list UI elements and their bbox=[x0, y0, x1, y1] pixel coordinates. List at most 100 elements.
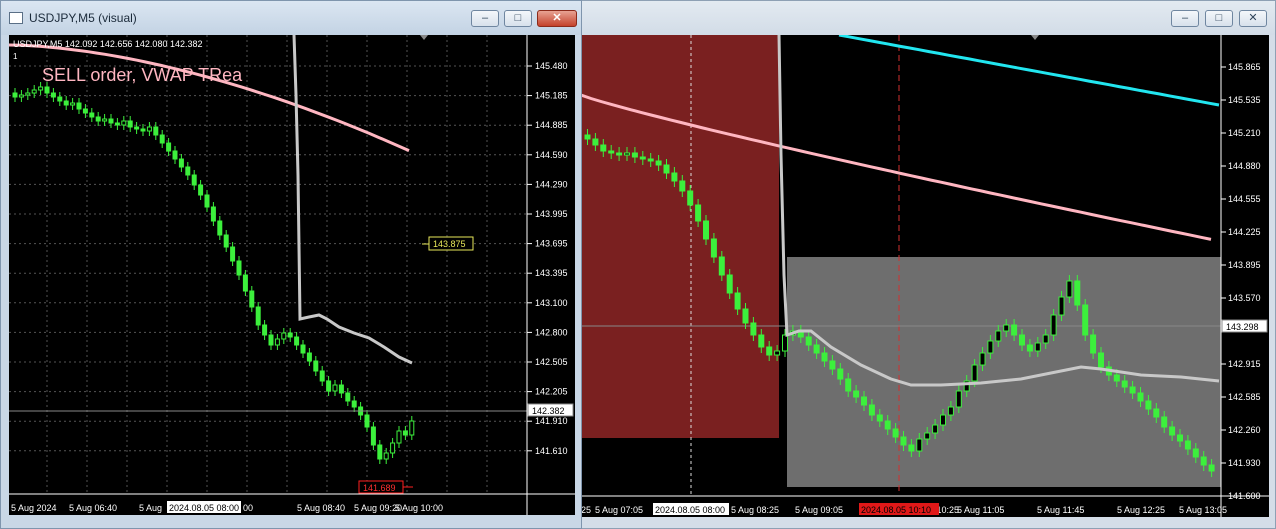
candle-body bbox=[750, 322, 757, 336]
price-tick-label: 142.915 bbox=[1228, 359, 1261, 369]
maximize-button[interactable]: □ bbox=[1205, 10, 1233, 27]
candle-body bbox=[1090, 334, 1097, 354]
gray-vwap-line bbox=[292, 35, 413, 365]
candle-body bbox=[1129, 386, 1136, 394]
window-titlebar[interactable]: USDJPY,M5 (visual) – □ ✕ bbox=[1, 1, 581, 35]
candle-body bbox=[1042, 334, 1049, 344]
chart-window-left[interactable]: USDJPY,M5 (visual) – □ ✕ USDJPY,M5 142.0… bbox=[0, 0, 582, 529]
candle-body bbox=[210, 206, 216, 222]
candle-body bbox=[900, 436, 907, 446]
candle-body bbox=[1153, 408, 1160, 418]
close-button[interactable]: ✕ bbox=[537, 10, 577, 27]
price-tick-label: 144.225 bbox=[1228, 227, 1261, 237]
gray-zone bbox=[787, 257, 1221, 487]
candle-body bbox=[249, 290, 255, 308]
chart-window-right[interactable]: – □ ✕ 145.865 145.535 145.210 144.880 144.55… bbox=[580, 0, 1276, 529]
time-tick-label: 5 Aug 11:05 bbox=[957, 505, 1004, 515]
candle-body bbox=[592, 138, 599, 146]
candle-body bbox=[76, 102, 82, 110]
price-tick-label: 141.910 bbox=[535, 416, 568, 426]
candle-body bbox=[172, 150, 178, 160]
candle-body bbox=[255, 306, 261, 326]
candle-body bbox=[338, 384, 344, 394]
candle-body bbox=[268, 334, 274, 346]
candlesticks bbox=[12, 82, 415, 464]
minimize-button[interactable]: – bbox=[1171, 10, 1199, 27]
price-tick-label: 143.570 bbox=[1228, 293, 1261, 303]
time-tick-label: 5 Aug 06:40 bbox=[69, 503, 117, 513]
candle-body bbox=[631, 152, 638, 158]
candle-body bbox=[191, 174, 197, 186]
candle-body bbox=[319, 370, 325, 382]
candle-body bbox=[876, 414, 883, 422]
overlay-text: SELL order, VWAP TRea bbox=[42, 65, 243, 85]
candle-body bbox=[932, 424, 939, 434]
minimize-button[interactable]: – bbox=[471, 10, 499, 27]
price-chart-left[interactable]: USDJPY,M5 142.092 142.656 142.080 142.38… bbox=[9, 35, 575, 515]
candle-body bbox=[947, 406, 954, 416]
candle-body bbox=[1050, 314, 1057, 336]
chart-canvas[interactable]: USDJPY,M5 142.092 142.656 142.080 142.38… bbox=[9, 35, 575, 515]
window-title: USDJPY,M5 (visual) bbox=[29, 11, 137, 25]
scroll-marker-icon[interactable] bbox=[420, 35, 428, 40]
red-zone bbox=[581, 35, 779, 438]
candle-body bbox=[1121, 380, 1128, 388]
candle-body bbox=[198, 184, 204, 196]
time-tick-label: 5 Aug 08:25 bbox=[731, 505, 779, 515]
price-tick-label: 142.205 bbox=[535, 387, 568, 397]
price-tick-label: 143.100 bbox=[535, 298, 568, 308]
time-tick-label: 5 Aug 08:40 bbox=[297, 503, 345, 513]
close-button[interactable]: ✕ bbox=[1239, 10, 1267, 27]
candle-body bbox=[82, 108, 88, 114]
candle-body bbox=[390, 442, 396, 454]
candle-body bbox=[300, 344, 306, 354]
candle-body bbox=[1145, 400, 1152, 410]
candle-body bbox=[217, 220, 223, 236]
candle-body bbox=[1066, 280, 1073, 298]
price-tick-label: 145.535 bbox=[1228, 95, 1261, 105]
time-tail-label: 00 bbox=[243, 503, 253, 513]
candle-body bbox=[326, 380, 332, 392]
candle-body bbox=[955, 390, 962, 408]
candle-body bbox=[57, 96, 63, 102]
price-tick-label: 144.290 bbox=[535, 179, 568, 189]
candle-body bbox=[102, 118, 108, 122]
chart-grid bbox=[9, 35, 527, 494]
candle-body bbox=[868, 404, 875, 416]
candle-body bbox=[647, 158, 654, 162]
candle-body bbox=[1019, 334, 1025, 346]
maximize-button[interactable]: □ bbox=[504, 10, 532, 27]
vwap-line bbox=[9, 43, 410, 152]
candle-body bbox=[306, 352, 312, 362]
scroll-marker-icon[interactable] bbox=[1031, 35, 1039, 40]
price-chart-right[interactable]: 145.865 145.535 145.210 144.880 144.555 144.2… bbox=[581, 35, 1269, 517]
candle-body bbox=[908, 444, 915, 452]
candle-body bbox=[127, 120, 133, 128]
candle-body bbox=[726, 274, 733, 294]
candle-body bbox=[940, 414, 946, 426]
candle-body bbox=[134, 126, 140, 130]
candle-body bbox=[63, 100, 69, 106]
price-tick-label: 145.480 bbox=[535, 61, 568, 71]
window-index-label: 1 bbox=[13, 52, 18, 61]
time-tick-label: 5 Aug bbox=[139, 503, 162, 513]
chart-canvas[interactable]: 145.865 145.535 145.210 144.880 144.555 144.2… bbox=[581, 35, 1269, 517]
time-tick-label: 5 Aug 2024 bbox=[11, 503, 57, 513]
candle-body bbox=[50, 92, 56, 98]
candle-body bbox=[718, 256, 725, 276]
time-highlight-red-label: 2024.08.05 10:10 bbox=[861, 505, 931, 515]
price-tick-label: 142.505 bbox=[535, 357, 568, 367]
current-price-label: 142.382 bbox=[532, 406, 565, 416]
candle-body bbox=[12, 92, 18, 98]
candle-body bbox=[1003, 324, 1010, 332]
candle-body bbox=[44, 86, 50, 94]
candle-body bbox=[655, 160, 662, 166]
candle-body bbox=[114, 122, 120, 126]
price-tick-label: 144.590 bbox=[535, 150, 568, 160]
candle-body bbox=[782, 334, 788, 352]
price-tick-label: 144.885 bbox=[535, 120, 568, 130]
candle-body bbox=[204, 194, 210, 208]
price-tick-label: 142.800 bbox=[535, 327, 568, 337]
candle-body bbox=[1192, 448, 1199, 458]
window-titlebar[interactable]: – □ ✕ bbox=[581, 1, 1275, 35]
